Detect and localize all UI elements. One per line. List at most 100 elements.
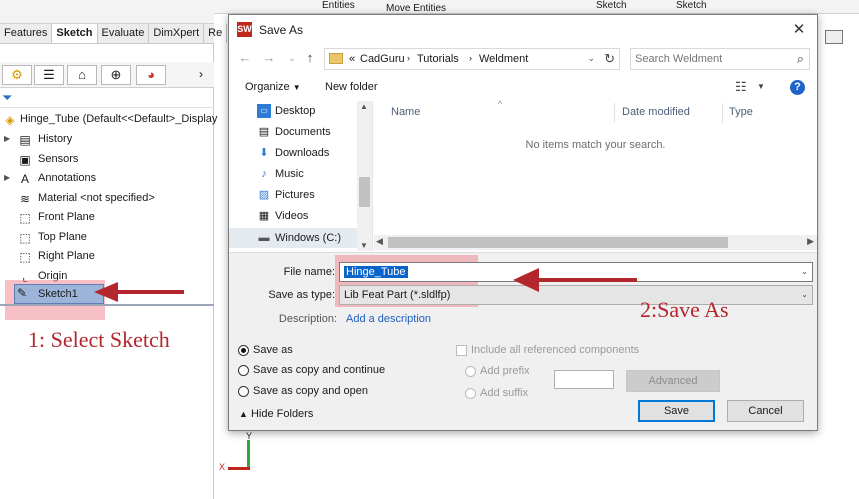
breadcrumb-separator-icon: › <box>407 53 410 63</box>
refresh-icon[interactable]: ↻ <box>604 51 615 67</box>
material-icon: ≋ <box>19 192 31 206</box>
nav-pane-scrollbar[interactable]: ▲ ▼ <box>357 101 372 251</box>
nav-item-windows-c[interactable]: ▬ Windows (C:) <box>229 228 359 248</box>
address-dropdown-icon[interactable]: ⌄ <box>587 53 595 64</box>
dialog-title: Save As <box>259 23 304 37</box>
nav-item-pictures[interactable]: ▨ Pictures <box>229 185 359 205</box>
scrollbar-thumb[interactable] <box>359 177 370 207</box>
drive-icon: ▬ <box>258 232 270 244</box>
save-as-copy-open-radio[interactable] <box>238 386 249 397</box>
save-as-type-value: Lib Feat Part (*.sldlfp) <box>344 289 451 301</box>
folder-icon <box>329 53 343 64</box>
column-separator[interactable] <box>722 103 723 123</box>
annotation-arrow-2 <box>513 268 637 292</box>
breadcrumb-cadguru[interactable]: CadGuru <box>360 53 405 65</box>
save-button[interactable]: Save <box>638 400 715 422</box>
display-manager-icon[interactable]: ◕ <box>136 65 166 85</box>
scroll-up-icon[interactable]: ▲ <box>360 102 368 111</box>
search-box[interactable]: ⌕ <box>630 48 810 70</box>
chevron-down-icon[interactable]: ⌄ <box>801 290 808 299</box>
toolbar-sketch-label[interactable]: Sketch <box>596 0 627 11</box>
file-name-value: Hinge_Tube <box>344 266 408 278</box>
nav-item-music[interactable]: ♪ Music <box>229 164 359 184</box>
description-label: Description: <box>278 313 337 325</box>
recent-dropdown-icon[interactable]: ⌄ <box>284 50 300 66</box>
monitor-icon[interactable] <box>825 30 843 44</box>
expand-arrow-icon[interactable]: ▶ <box>4 134 10 143</box>
hide-folders-button[interactable]: ▲ Hide Folders <box>239 408 313 420</box>
navigation-bar: ← → ⌄ ↑ « CadGuru › Tutorials › Weldment… <box>229 45 817 73</box>
navigation-pane: ▭ Desktop ▤ Documents ⬇ Downloads ♪ Musi… <box>229 101 373 251</box>
tree-root-part[interactable]: ◈ Hinge_Tube (Default<<Default>_Display <box>0 111 217 130</box>
chevron-down-icon: ▼ <box>292 83 301 92</box>
scroll-down-icon[interactable]: ▼ <box>360 241 368 250</box>
tab-features[interactable]: Features <box>0 24 53 43</box>
organize-button[interactable]: Organize ▼ <box>245 81 301 93</box>
help-icon[interactable]: ? <box>790 80 805 95</box>
scrollbar-thumb[interactable] <box>388 237 728 248</box>
feature-manager-icon[interactable]: ⚙ <box>2 65 32 85</box>
chevron-down-icon[interactable]: ▼ <box>757 82 765 91</box>
expand-arrow-icon[interactable]: ▶ <box>4 173 10 182</box>
include-referenced-checkbox[interactable] <box>456 345 467 356</box>
nav-item-desktop[interactable]: ▭ Desktop <box>229 101 359 121</box>
save-as-radio[interactable] <box>238 345 249 356</box>
annotation-select-sketch: 1: Select Sketch <box>28 327 170 352</box>
save-as-type-label: Save as type: <box>268 289 335 301</box>
add-suffix-radio[interactable] <box>465 388 476 399</box>
tab-evaluate[interactable]: Evaluate <box>98 24 150 43</box>
address-bar[interactable]: « CadGuru › Tutorials › Weldment ⌄ ↻ <box>324 48 620 70</box>
close-button[interactable]: ✕ <box>787 19 811 41</box>
filter-icon[interactable]: ⏷ <box>2 90 12 106</box>
rollback-bar[interactable] <box>0 304 214 306</box>
configuration-manager-icon[interactable]: ⌂ <box>67 65 97 85</box>
toolbar-entities-label[interactable]: Entities <box>322 0 355 11</box>
advanced-button[interactable]: Advanced <box>626 370 720 392</box>
column-header-type[interactable]: Type <box>729 106 753 118</box>
breadcrumb-tutorials[interactable]: Tutorials <box>417 53 459 65</box>
column-header-date-modified[interactable]: Date modified <box>622 106 690 118</box>
scroll-left-icon[interactable]: ◀ <box>376 236 383 247</box>
nav-item-documents[interactable]: ▤ Documents <box>229 122 359 142</box>
solidworks-app-icon: SW <box>237 22 252 37</box>
up-arrow-icon[interactable]: ↑ <box>302 50 318 66</box>
chevron-right-icon[interactable]: › <box>199 67 203 81</box>
history-icon: ▤ <box>19 133 31 147</box>
top-toolbar-strip: Entities Move Entities Sketch Sketch <box>214 0 859 14</box>
back-arrow-icon[interactable]: ← <box>237 50 253 66</box>
property-manager-icon[interactable]: ☰ <box>34 65 64 85</box>
file-list-scrollbar[interactable]: ◀ ▶ <box>374 235 817 250</box>
search-icon[interactable]: ⌕ <box>797 51 804 67</box>
add-suffix-label: Add suffix <box>480 387 529 399</box>
cancel-button[interactable]: Cancel <box>727 400 804 422</box>
breadcrumb-weldment[interactable]: Weldment <box>479 53 528 65</box>
nav-item-videos[interactable]: ▦ Videos <box>229 206 359 226</box>
tab-sketch[interactable]: Sketch <box>52 24 98 43</box>
file-list-pane: ^ Name Date modified Type No items match… <box>374 99 817 251</box>
nav-item-downloads[interactable]: ⬇ Downloads <box>229 143 359 163</box>
breadcrumb-prefix[interactable]: « <box>349 53 355 65</box>
file-name-label: File name: <box>283 266 335 278</box>
chevron-down-icon[interactable]: ⌄ <box>801 267 808 276</box>
forward-arrow-icon[interactable]: → <box>261 50 277 66</box>
command-bar: Organize ▼ New folder ☷ ▼ ? <box>229 75 817 101</box>
new-folder-button[interactable]: New folder <box>325 81 378 93</box>
tab-render-tools[interactable]: Re <box>204 24 228 43</box>
scroll-right-icon[interactable]: ▶ <box>807 236 814 247</box>
toolbar-move-entities-label[interactable]: Move Entities <box>386 3 446 14</box>
hide-folders-label: Hide Folders <box>250 408 314 420</box>
dimxpert-manager-icon[interactable]: ⊕ <box>101 65 131 85</box>
empty-message: No items match your search. <box>525 139 666 151</box>
tab-dimxpert[interactable]: DimXpert <box>149 24 205 43</box>
column-header-name[interactable]: Name <box>391 106 420 118</box>
save-as-copy-continue-radio[interactable] <box>238 365 249 376</box>
column-separator[interactable] <box>614 103 615 123</box>
manager-icons-bar: ⚙ ☰ ⌂ ⊕ ◕ › <box>0 62 214 88</box>
toolbar-sketch-label-2[interactable]: Sketch <box>676 0 707 11</box>
add-description-link[interactable]: Add a description <box>346 313 431 325</box>
sketch1-label: Sketch1 <box>38 288 78 300</box>
view-options-icon[interactable]: ☷ <box>735 79 747 95</box>
prefix-suffix-input[interactable] <box>554 370 614 389</box>
add-prefix-radio[interactable] <box>465 366 476 377</box>
search-input[interactable] <box>635 52 785 66</box>
